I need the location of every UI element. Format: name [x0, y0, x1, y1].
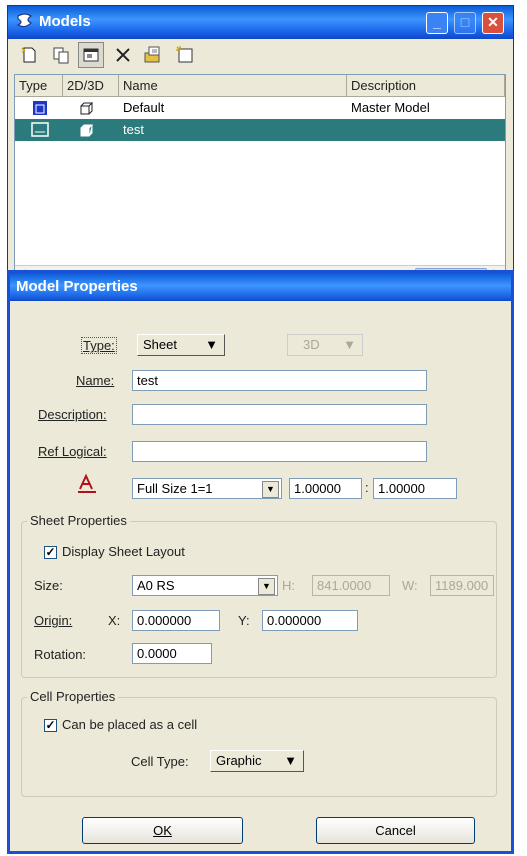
description-label: Description: — [38, 407, 107, 422]
annotation-scale-icon — [76, 473, 98, 498]
chevron-down-icon: ▼ — [284, 753, 297, 768]
annotation-scale-value: Full Size 1=1 — [137, 481, 213, 496]
annotation-scale-dropdown[interactable]: Full Size 1=1 ▼ — [132, 478, 282, 499]
ref-logical-field[interactable] — [132, 441, 427, 462]
models-list[interactable]: Type 2D/3D Name Description Default Mast… — [14, 74, 506, 282]
dimension-dropdown: 3D ▼ — [287, 334, 363, 356]
rotation-label: Rotation: — [34, 647, 87, 662]
origin-x-field[interactable]: 0.000000 — [132, 610, 220, 631]
cancel-button[interactable]: Cancel — [316, 817, 475, 844]
size-value: A0 RS — [137, 578, 175, 593]
can-be-placed-label: Can be placed as a cell — [62, 717, 198, 732]
display-sheet-layout-label: Display Sheet Layout — [62, 544, 185, 559]
scale-right-field[interactable]: 1.00000 — [373, 478, 457, 499]
name-label: Name: — [76, 373, 115, 388]
ref-logical-label: Ref Logical: — [38, 444, 107, 459]
rotation-field[interactable]: 0.0000 — [132, 643, 212, 664]
cell-type-dropdown[interactable]: Graphic ▼ — [210, 750, 304, 772]
cell-type-label: Cell Type: — [131, 754, 189, 769]
minimize-icon: _ — [433, 14, 441, 30]
column-header-2d3d[interactable]: 2D/3D — [63, 75, 119, 97]
model-name: test — [123, 122, 144, 137]
column-header-description[interactable]: Description — [347, 75, 505, 97]
checkmark-icon: ✓ — [45, 718, 56, 732]
import-button[interactable] — [140, 42, 166, 68]
model-name: Default — [123, 100, 165, 115]
scale-separator: : — [365, 480, 369, 495]
origin-label: Origin: — [34, 613, 73, 628]
column-header-type[interactable]: Type — [15, 75, 63, 97]
chevron-down-icon: ▼ — [258, 578, 275, 595]
design-model-icon — [33, 101, 47, 115]
name-field[interactable]: test — [132, 370, 427, 391]
list-item[interactable]: test — [15, 119, 505, 141]
width-field: 1189.000 — [430, 575, 494, 596]
copy-model-button[interactable] — [48, 42, 74, 68]
list-item[interactable]: Default Master Model — [15, 97, 505, 119]
dialog-titlebar[interactable]: Model Properties — [10, 273, 511, 301]
chevron-down-icon: ▼ — [262, 481, 279, 498]
cell-properties-title: Cell Properties — [27, 689, 119, 704]
dialog-title: Model Properties — [16, 278, 138, 295]
maximize-button[interactable]: □ — [454, 12, 476, 34]
model-properties-dialog: Model Properties Type: Sheet ▼ 3D ▼ Name… — [7, 270, 514, 854]
cell-properties-group — [21, 697, 497, 797]
sheet-properties-title: Sheet Properties — [27, 513, 130, 528]
dimension-value: 3D — [303, 337, 320, 352]
models-app-icon — [15, 12, 35, 32]
copy-model-icon — [53, 47, 69, 64]
chevron-down-icon: ▼ — [343, 337, 356, 352]
type-dropdown[interactable]: Sheet ▼ — [137, 334, 225, 356]
chevron-down-icon: ▼ — [205, 337, 218, 352]
type-value: Sheet — [143, 337, 177, 352]
delete-icon — [116, 48, 130, 62]
ok-button[interactable]: OK — [82, 817, 243, 844]
close-icon: ✕ — [487, 14, 499, 30]
scale-left-field[interactable]: 1.00000 — [289, 478, 362, 499]
type-label: Type: — [81, 337, 117, 354]
new-model-icon — [21, 47, 36, 63]
model-description: Master Model — [351, 100, 430, 115]
new-model-button[interactable] — [16, 42, 42, 68]
import-icon — [144, 46, 160, 63]
minimize-button[interactable]: _ — [426, 12, 448, 34]
width-label: W: — [402, 578, 418, 593]
models-window: Models _ □ ✕ Type 2D/3D Name Description — [7, 5, 514, 283]
properties-button[interactable] — [78, 42, 104, 68]
3d-icon — [79, 123, 94, 145]
height-field: 841.0000 — [312, 575, 390, 596]
cell-type-value: Graphic — [216, 753, 262, 768]
close-button[interactable]: ✕ — [482, 12, 504, 34]
checkmark-icon: ✓ — [45, 545, 56, 559]
y-label: Y: — [238, 613, 250, 628]
properties-icon — [83, 48, 99, 62]
can-be-placed-checkbox[interactable]: ✓ — [44, 719, 57, 732]
new-dialog-button[interactable] — [172, 42, 198, 68]
sheet-model-icon — [31, 122, 49, 145]
x-label: X: — [108, 613, 121, 628]
maximize-icon: □ — [460, 14, 470, 30]
ok-label: OK — [153, 823, 172, 838]
delete-button[interactable] — [110, 42, 136, 68]
height-label: H: — [282, 578, 295, 593]
column-header-name[interactable]: Name — [119, 75, 347, 97]
display-sheet-layout-checkbox[interactable]: ✓ — [44, 546, 57, 559]
new-dialog-icon — [176, 46, 193, 63]
models-titlebar[interactable]: Models _ □ ✕ — [8, 6, 513, 39]
size-label: Size: — [34, 578, 63, 593]
origin-y-field[interactable]: 0.000000 — [262, 610, 358, 631]
models-title: Models — [39, 13, 91, 30]
size-dropdown[interactable]: A0 RS ▼ — [132, 575, 278, 596]
cancel-label: Cancel — [375, 823, 416, 838]
description-field[interactable] — [132, 404, 427, 425]
